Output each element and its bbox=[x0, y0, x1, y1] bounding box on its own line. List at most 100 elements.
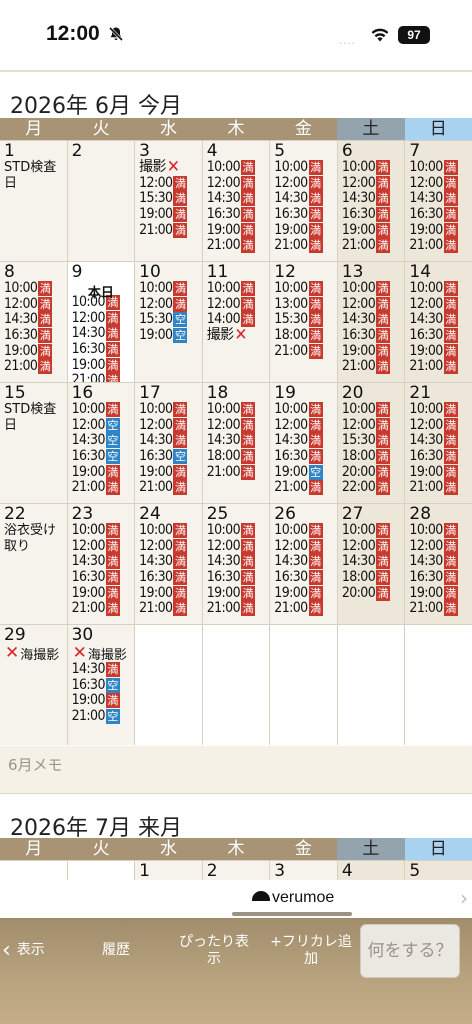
time-slot[interactable]: 12:00 満 bbox=[207, 538, 268, 555]
back-button[interactable]: ‹ 表示 bbox=[2, 940, 45, 962]
time-slot[interactable]: 18:00 満 bbox=[342, 449, 403, 465]
time-slot[interactable]: 21:00 満 bbox=[409, 480, 470, 496]
day-cell[interactable]: 1 bbox=[135, 861, 202, 880]
time-slot[interactable]: 14:30 満 bbox=[207, 191, 268, 207]
time-slot[interactable]: 15:30 満 bbox=[342, 433, 403, 449]
time-slot[interactable]: 21:00 満 bbox=[409, 238, 470, 254]
time-slot[interactable]: 19:00 満 bbox=[207, 222, 268, 238]
time-slot[interactable]: 12:00 満 bbox=[274, 538, 335, 555]
day-cell[interactable]: 3 撮影 ✕ 12:00 満 15:30 満 19:00 満 21:00 満 bbox=[135, 141, 202, 261]
time-slot[interactable]: 19:00 満 bbox=[72, 693, 133, 709]
day-cell[interactable]: 4 10:00 満 12:00 満 14:30 満 16:30 満 19:00 満 21:00 満 bbox=[202, 141, 270, 261]
day-cell[interactable]: 17 10:00 満 12:00 満 14:30 満 16:30 空 19:00 満 21:00 満 bbox=[135, 383, 202, 503]
time-slot[interactable]: 12:00 満 bbox=[139, 175, 200, 192]
time-slot[interactable]: 10:00 満 bbox=[207, 402, 268, 418]
time-slot[interactable]: 14:30 満 bbox=[4, 312, 65, 328]
time-slot[interactable]: 14:30 満 bbox=[409, 312, 470, 328]
time-slot[interactable]: 16:30 満 bbox=[342, 207, 403, 223]
time-slot[interactable]: 21:00 満 bbox=[139, 480, 200, 496]
time-slot[interactable]: 16:30 満 bbox=[4, 328, 65, 344]
day-cell[interactable]: 15 STD検査日 bbox=[0, 383, 67, 503]
time-slot[interactable]: 12:00 満 bbox=[207, 175, 268, 192]
time-slot[interactable]: 21:00 満 bbox=[342, 238, 403, 254]
time-slot[interactable]: 10:00 満 bbox=[274, 523, 335, 539]
time-slot[interactable]: 10:00 満 bbox=[72, 523, 133, 539]
time-slot[interactable]: 12:00 満 bbox=[207, 296, 268, 313]
time-slot[interactable]: 14:30 満 bbox=[207, 433, 268, 449]
time-slot[interactable]: 12:00 満 bbox=[342, 417, 403, 434]
day-cell[interactable]: 29 ✕ 海撮影 bbox=[0, 625, 67, 745]
day-cell[interactable]: 26 10:00 満 12:00 満 14:30 満 16:30 満 19:00 満 21:00 満 bbox=[270, 504, 337, 624]
day-cell[interactable]: 19 10:00 満 12:00 満 14:30 満 16:30 満 19:00 空 21:00 満 bbox=[270, 383, 337, 503]
day-cell[interactable]: 5 10:00 満 12:00 満 14:30 満 16:30 満 19:00 満 21:00 満 bbox=[270, 141, 337, 261]
time-slot[interactable]: 13:00 満 bbox=[274, 296, 335, 313]
time-slot[interactable]: 19:00 満 bbox=[139, 207, 200, 223]
time-slot[interactable]: 16:30 満 bbox=[207, 570, 268, 586]
day-cell[interactable]: 21 10:00 満 12:00 満 14:30 満 16:30 満 19:00 満 21:00 満 bbox=[405, 383, 472, 503]
time-slot[interactable]: 20:00 満 bbox=[342, 464, 403, 480]
time-slot[interactable]: 14:30 満 bbox=[409, 554, 470, 570]
time-slot[interactable]: 19:00 満 bbox=[409, 464, 470, 480]
time-slot[interactable]: 16:30 空 bbox=[139, 449, 200, 465]
day-cell[interactable]: 18 10:00 満 12:00 満 14:30 満 18:00 満 21:00 満 bbox=[202, 383, 270, 503]
time-slot[interactable]: 14:30 満 bbox=[139, 433, 200, 449]
what-to-do-button[interactable]: 何をする？ bbox=[360, 924, 460, 978]
time-slot[interactable]: 16:30 満 bbox=[409, 207, 470, 223]
time-slot[interactable]: 14:30 満 bbox=[409, 191, 470, 207]
time-slot[interactable]: 21:00 空 bbox=[72, 709, 133, 725]
day-cell[interactable]: 11 10:00 満 12:00 満 14:00 満撮影 ✕ bbox=[202, 262, 270, 382]
time-slot[interactable]: 12:00 満 bbox=[139, 417, 200, 434]
time-slot[interactable]: 16:30 満 bbox=[409, 570, 470, 586]
time-slot[interactable]: 14:30 満 bbox=[72, 326, 133, 342]
day-cell[interactable]: 10 10:00 満 12:00 満 15:30 空 19:00 空 bbox=[135, 262, 202, 382]
calendar-scroll-area[interactable]: 2026年 6月 今月 月火水木金土日 1 STD検査日 2 3 撮影 ✕ 12:00 満 15… bbox=[0, 72, 472, 880]
time-slot[interactable]: 14:30 満 bbox=[207, 554, 268, 570]
time-slot[interactable]: 10:00 満 bbox=[207, 523, 268, 539]
day-cell[interactable]: 2 bbox=[67, 141, 135, 261]
time-slot[interactable]: 12:00 満 bbox=[72, 310, 133, 327]
fit-view-button[interactable]: ぴったり表示 bbox=[178, 934, 250, 968]
time-slot[interactable]: 14:30 満 bbox=[139, 554, 200, 570]
time-slot[interactable]: 14:30 満 bbox=[72, 662, 133, 678]
time-slot[interactable]: 21:00 満 bbox=[207, 601, 268, 617]
ad-banner[interactable]: verumoe › bbox=[0, 880, 472, 918]
time-slot[interactable]: 10:00 満 bbox=[4, 281, 65, 297]
time-slot[interactable]: 21:00 満 bbox=[4, 359, 65, 375]
time-slot[interactable]: 14:30 満 bbox=[409, 433, 470, 449]
time-slot[interactable]: 10:00 満 bbox=[342, 402, 403, 418]
time-slot[interactable]: 19:00 満 bbox=[274, 222, 335, 238]
time-slot[interactable]: 16:30 空 bbox=[72, 449, 133, 465]
time-slot[interactable]: 16:30 満 bbox=[409, 328, 470, 344]
time-slot[interactable]: 16:30 満 bbox=[139, 570, 200, 586]
time-slot[interactable]: 10:00 満 bbox=[409, 402, 470, 418]
time-slot[interactable]: 19:00 満 bbox=[409, 585, 470, 601]
time-slot[interactable]: 14:30 満 bbox=[342, 554, 403, 570]
time-slot[interactable]: 21:00 満 bbox=[207, 238, 268, 254]
day-cell[interactable]: 3 bbox=[270, 861, 337, 880]
time-slot[interactable]: 12:00 満 bbox=[139, 296, 200, 313]
time-slot[interactable]: 19:00 満 bbox=[72, 357, 133, 373]
time-slot[interactable]: 16:30 空 bbox=[72, 677, 133, 694]
day-cell[interactable]: 5 bbox=[405, 861, 472, 880]
time-slot[interactable]: 19:00 満 bbox=[342, 222, 403, 238]
time-slot[interactable]: 10:00 満 bbox=[342, 281, 403, 297]
day-cell[interactable]: 4 bbox=[337, 861, 405, 880]
time-slot[interactable]: 18:00 満 bbox=[342, 570, 403, 586]
add-furikare-button[interactable]: +フリカレ追加 bbox=[266, 934, 356, 968]
time-slot[interactable]: 19:00 満 bbox=[139, 585, 200, 601]
day-cell[interactable]: 25 10:00 満 12:00 満 14:30 満 16:30 満 19:00 満 21:00 満 bbox=[202, 504, 270, 624]
time-slot[interactable]: 16:30 満 bbox=[72, 570, 133, 586]
time-slot[interactable]: 20:00 満 bbox=[342, 585, 403, 601]
time-slot[interactable]: 21:00 満 bbox=[342, 359, 403, 375]
chevron-right-icon[interactable]: › bbox=[460, 886, 468, 910]
time-slot[interactable]: 12:00 満 bbox=[4, 296, 65, 313]
time-slot[interactable]: 10:00 満 bbox=[342, 160, 403, 176]
day-cell[interactable]: 23 10:00 満 12:00 満 14:30 満 16:30 満 19:00 満 21:00 満 bbox=[67, 504, 135, 624]
time-slot[interactable]: 19:00 満 bbox=[72, 585, 133, 601]
memo-field-june[interactable]: 6月メモ bbox=[0, 746, 472, 794]
time-slot[interactable]: 10:00 満 bbox=[139, 523, 200, 539]
day-cell[interactable]: 13 10:00 満 12:00 満 14:30 満 16:30 満 19:00 満 21:00 満 bbox=[337, 262, 405, 382]
time-slot[interactable]: 10:00 満 bbox=[409, 281, 470, 297]
time-slot[interactable]: 10:00 満 bbox=[139, 281, 200, 297]
time-slot[interactable]: 14:30 満 bbox=[274, 433, 335, 449]
